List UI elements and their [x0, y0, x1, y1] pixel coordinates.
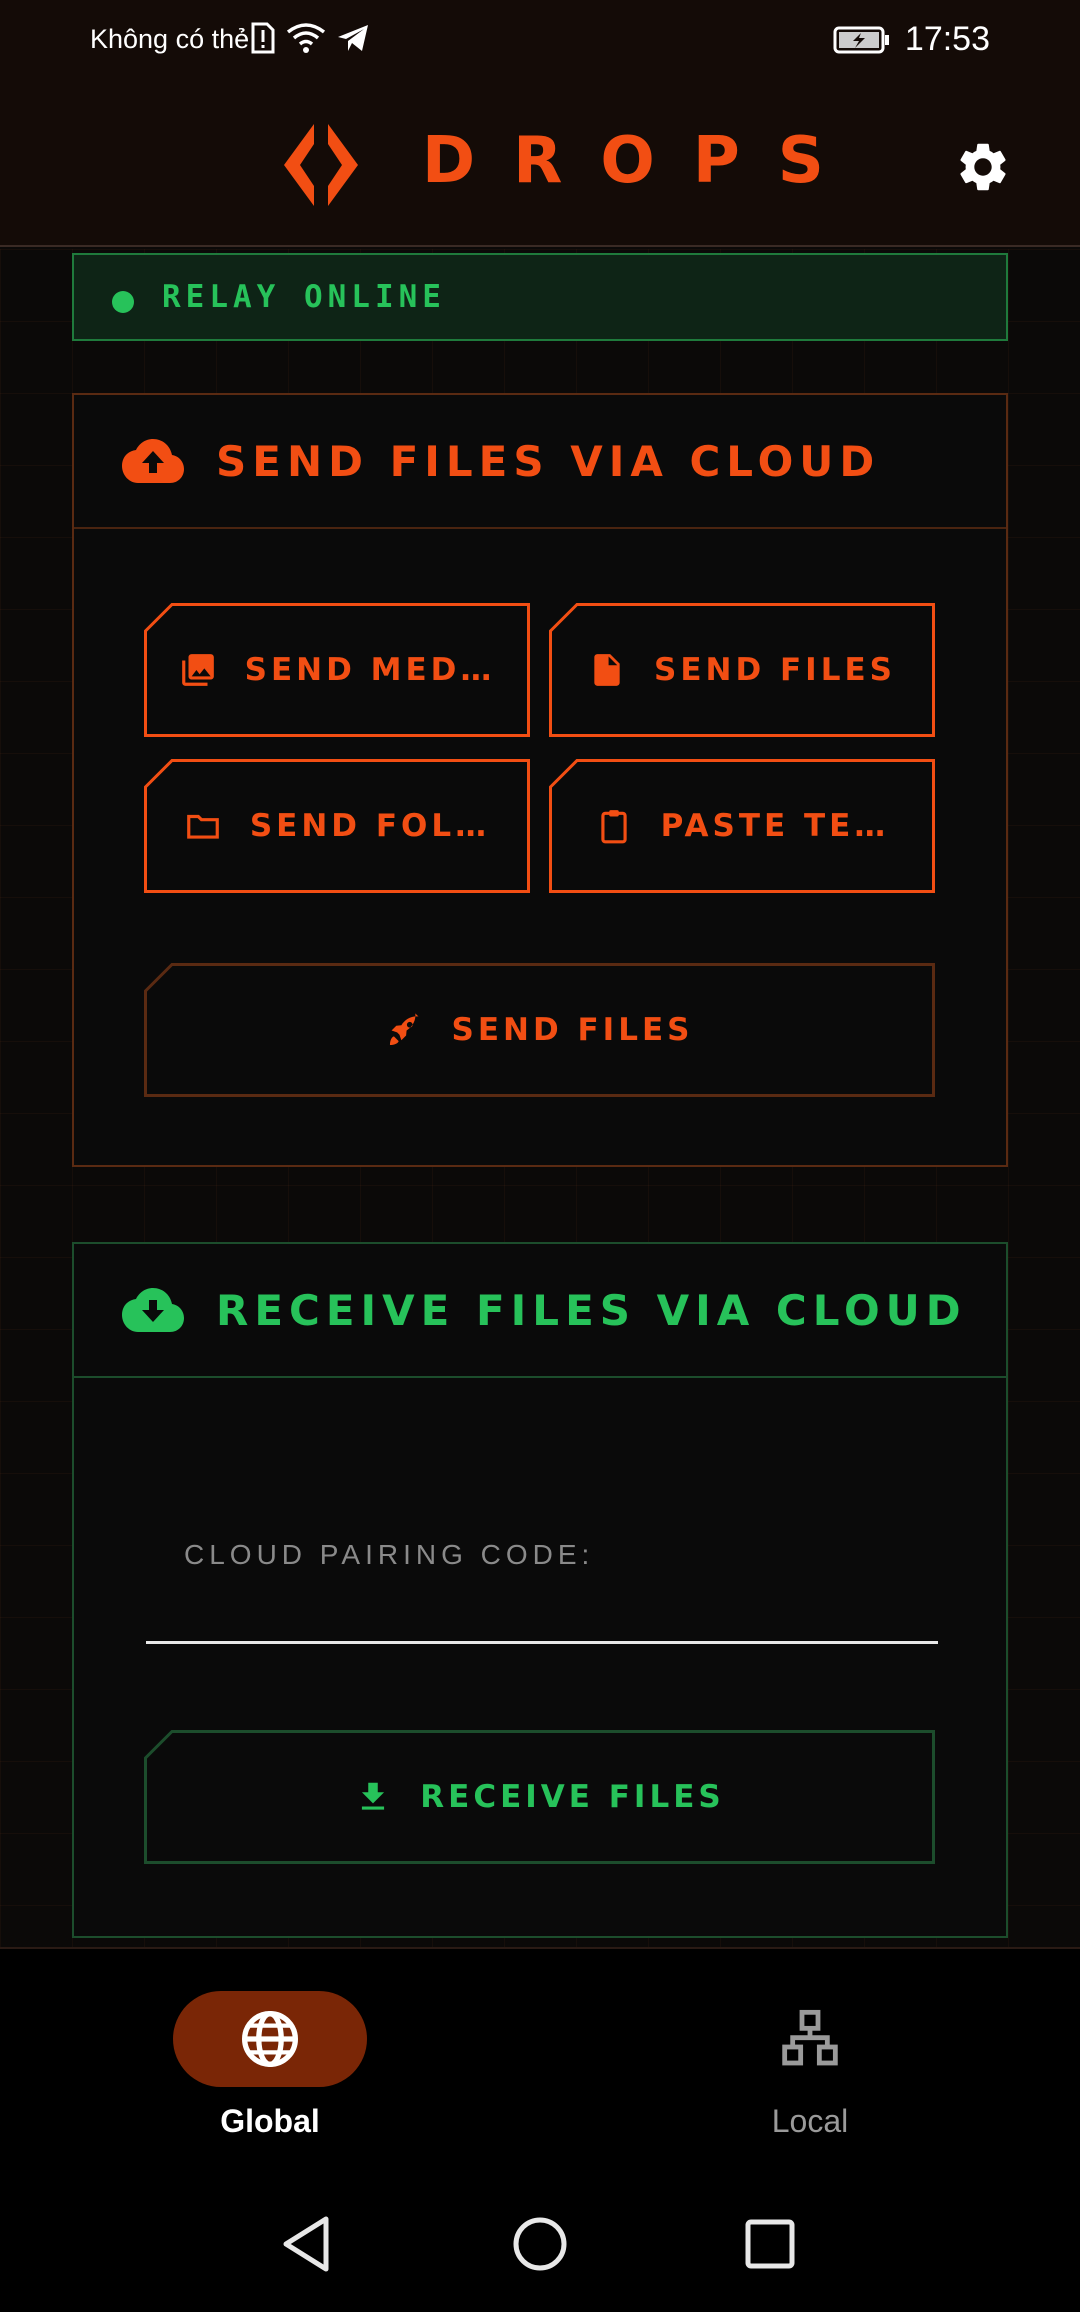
send-files-button[interactable]: SEND FILES [549, 603, 935, 737]
battery-charging-icon [833, 26, 889, 53]
send-card-title: SEND FILES VIA CLOUD [216, 437, 881, 486]
app-title: DROPS [422, 124, 862, 198]
home-icon[interactable] [505, 2209, 575, 2279]
tab-global-label: Global [220, 2103, 320, 2139]
system-navigation-bar [0, 2177, 1080, 2312]
pairing-code-input[interactable] [146, 1584, 938, 1644]
bottom-navigation: Global Local [0, 1947, 1080, 2177]
pairing-code-label: CLOUD PAIRING CODE: [184, 1539, 595, 1570]
send-folder-label: SEND FOL… [249, 808, 491, 844]
send-card-header: SEND FILES VIA CLOUD [74, 395, 1006, 529]
receive-files-card: RECEIVE FILES VIA CLOUD CLOUD PAIRING CO… [72, 1242, 1008, 1938]
send-media-label: SEND MED… [244, 652, 496, 688]
tab-local[interactable]: Local [540, 1949, 1080, 2179]
relay-status-text: RELAY ONLINE [162, 279, 446, 315]
clock: 17:53 [904, 20, 990, 58]
send-media-button[interactable]: SEND MED… [144, 603, 530, 737]
folder-icon [187, 814, 219, 839]
network-icon [782, 2009, 838, 2066]
send-submit-button[interactable]: SEND FILES [144, 963, 935, 1097]
receive-submit-button[interactable]: RECEIVE FILES [144, 1730, 935, 1864]
cloud-download-icon [122, 1288, 184, 1332]
carrier-label: Không có thẻ [90, 24, 250, 54]
download-icon [362, 1782, 385, 1810]
online-dot-icon [112, 291, 134, 313]
wifi-icon [286, 23, 326, 53]
send-files-label: SEND FILES [654, 652, 896, 688]
paste-text-label: PASTE TE… [660, 808, 890, 844]
file-icon [594, 654, 620, 686]
recents-icon[interactable] [735, 2209, 805, 2279]
back-icon[interactable] [272, 2209, 342, 2279]
receive-card-title: RECEIVE FILES VIA CLOUD [216, 1286, 967, 1335]
receive-card-header: RECEIVE FILES VIA CLOUD [74, 1244, 1006, 1378]
app-bar: DROPS [0, 82, 1080, 247]
send-folder-button[interactable]: SEND FOL… [144, 759, 530, 893]
telegram-icon [338, 25, 368, 51]
main-content[interactable]: RELAY ONLINE SEND FILES VIA CLOUD SEND M… [0, 249, 1080, 1947]
paste-text-button[interactable]: PASTE TE… [549, 759, 935, 893]
send-files-card: SEND FILES VIA CLOUD SEND MED… SEND FILE… [72, 393, 1008, 1167]
tab-local-label: Local [771, 2103, 849, 2139]
image-icon [181, 654, 214, 686]
drops-logo-icon [284, 124, 358, 206]
status-bar: Không có thẻ 17:53 [0, 0, 1080, 82]
gear-icon[interactable] [954, 138, 1012, 196]
globe-icon [242, 2011, 298, 2067]
rocket-icon [389, 1013, 418, 1046]
clipboard-icon [601, 810, 627, 844]
sim-alert-icon [251, 22, 275, 54]
relay-status-banner: RELAY ONLINE [72, 253, 1008, 341]
send-submit-label: SEND FILES [451, 1012, 694, 1048]
tab-global[interactable]: Global [0, 1949, 540, 2179]
cloud-upload-icon [122, 439, 184, 483]
receive-submit-label: RECEIVE FILES [420, 1779, 725, 1815]
